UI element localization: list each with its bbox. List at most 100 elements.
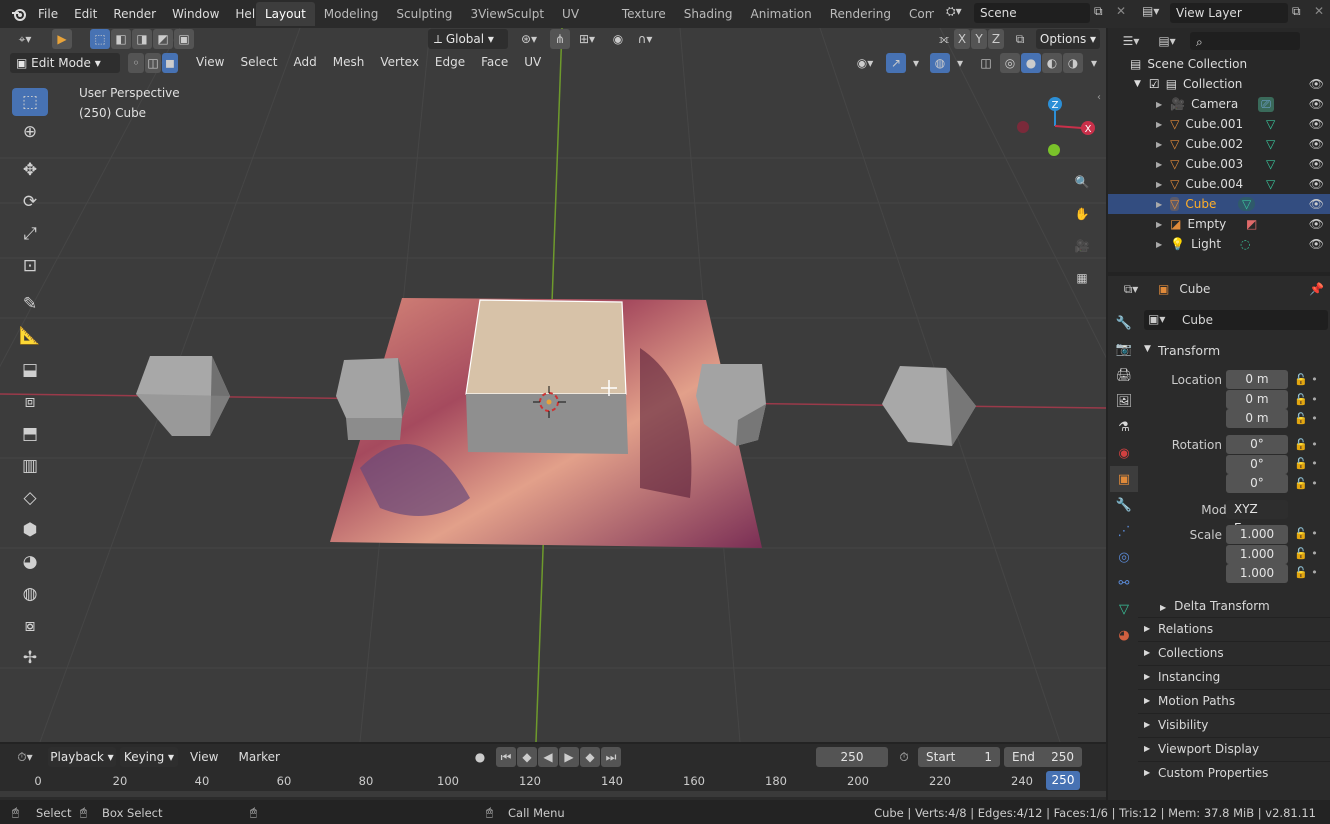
modifier-tab-icon[interactable]: 🔧 [1110,492,1138,518]
mesh-data-icon[interactable]: ▽ [1266,177,1275,191]
custom-properties-panel-header[interactable]: ▶ Custom Properties [1138,762,1330,786]
timeline-view-menu[interactable]: View [182,750,226,764]
auto-merge-icon[interactable]: ⧉ [1010,29,1030,49]
lock-icon[interactable]: 🔓 • [1294,370,1324,390]
menu-add[interactable]: Add [286,55,325,69]
vertex-select-icon[interactable]: ◦ [128,53,144,73]
light-data-icon[interactable]: ◌ [1240,237,1250,251]
mesh-data-icon[interactable]: ▽ [1266,117,1275,131]
render-tab-icon[interactable]: 📷 [1110,336,1138,362]
keying-dropdown[interactable]: Keying ▾ [120,747,178,767]
properties-editor-icon[interactable]: ⧉▾ [1116,279,1146,299]
expand-arrow-icon[interactable]: ▼ [1134,79,1141,89]
xray-icon[interactable]: ◫ [976,53,996,73]
play-icon[interactable]: ▶ [559,747,579,767]
menu-file[interactable]: File [30,0,66,28]
navigation-gizmo[interactable]: Z X [1006,90,1102,160]
visibility-icon[interactable]: ◉▾ [850,53,880,73]
outliner-item-light[interactable]: ▶ 💡 Light ◌ 👁 [1108,234,1330,254]
expand-arrow-icon[interactable]: ▶ [1156,120,1162,129]
loop-cut-tool-icon[interactable]: ▥ [12,450,48,482]
mirror-z-button[interactable]: Z [988,29,1004,49]
mirror-x-button[interactable]: X [954,29,970,49]
scene-tab-icon[interactable]: ⚗ [1110,414,1138,440]
close-scene-icon[interactable]: ✕ [1116,4,1126,18]
timeline-editor-icon[interactable]: ⏱▾ [10,747,40,767]
scale-y-field[interactable]: 1.000 [1226,545,1288,564]
expand-arrow-icon[interactable]: ▶ [1156,240,1162,249]
camera-data-icon[interactable]: ⎚ [1258,96,1274,112]
material-shading-icon[interactable]: ◐ [1042,53,1062,73]
poly-build-tool-icon[interactable]: ⬢ [12,514,48,546]
snap-icon[interactable]: ⋔ [550,29,570,49]
end-frame-field[interactable]: End 250 [1004,747,1082,767]
expand-arrow-icon[interactable]: ▶ [1156,160,1162,169]
overlay-dropdown-icon[interactable]: ▾ [950,53,970,73]
eye-icon[interactable]: 👁 [1309,237,1324,251]
eye-icon[interactable]: 👁 [1309,157,1324,171]
prev-keyframe-icon[interactable]: ◆ [517,747,537,767]
menu-vertex[interactable]: Vertex [372,55,427,69]
solid-shading-icon[interactable]: ● [1021,53,1041,73]
playhead[interactable]: 250 [1046,771,1080,790]
zoom-icon[interactable]: 🔍 [1068,168,1096,196]
sidebar-toggle-icon[interactable]: ‹ [1097,92,1101,103]
cube-left[interactable] [336,358,410,440]
snap-target-icon[interactable]: ⊞▾ [572,29,602,49]
timeline-marker-menu[interactable]: Marker [230,750,287,764]
proportional-edit-icon[interactable]: ◉ [608,29,628,49]
select-new-icon[interactable]: ⬚ [90,29,110,49]
menu-window[interactable]: Window [164,0,227,28]
menu-edge[interactable]: Edge [427,55,473,69]
cursor-tool-icon[interactable]: ⊕ [12,116,48,148]
mode-dropdown[interactable]: ▣ Edit Mode ▾ [10,53,120,73]
checkbox-icon[interactable]: ☑ [1149,77,1160,91]
outliner-item-cube-001[interactable]: ▶ ▽ Cube.001 ▽ 👁 [1108,114,1330,134]
view-layer-tab-icon[interactable]: 🖼 [1110,388,1138,414]
lock-icon[interactable]: 🔓 • [1294,563,1324,583]
select-tool-icon[interactable]: ▶ [52,29,72,49]
playback-dropdown[interactable]: Playback ▾ [48,747,116,767]
menu-view[interactable]: View [188,55,232,69]
expand-arrow-icon[interactable]: ▶ [1156,140,1162,149]
eye-icon[interactable]: 👁 [1309,97,1324,111]
timeline-scrollbar[interactable] [0,791,1106,797]
cube-far-left[interactable] [136,356,230,436]
pan-hand-icon[interactable]: ✋ [1068,200,1096,228]
select-extend-icon[interactable]: ◧ [111,29,131,49]
editor-type-icon[interactable]: ⌖▾ [10,29,40,49]
mirror-y-button[interactable]: Y [971,29,987,49]
lock-icon[interactable]: 🔓 • [1294,409,1324,429]
location-y-field[interactable]: 0 m [1226,390,1288,409]
tab-layout[interactable]: Layout [256,2,315,26]
expand-arrow-icon[interactable]: ▶ [1156,200,1162,209]
rotation-x-field[interactable]: 0° [1226,435,1288,454]
smooth-tool-icon[interactable]: ◍ [12,578,48,610]
tool-tab-icon[interactable]: 🔧 [1110,310,1138,336]
knife-tool-icon[interactable]: ◇ [12,482,48,514]
tab-modeling[interactable]: Modeling [315,2,388,26]
relations-panel-header[interactable]: ▶ Relations [1138,618,1330,642]
select-subtract-icon[interactable]: ◨ [132,29,152,49]
selected-face[interactable] [465,299,627,395]
menu-edit[interactable]: Edit [66,0,105,28]
outliner-item-cube[interactable]: ▶ ▽ Cube ▽ 👁 [1108,194,1330,214]
delta-transform-subpanel[interactable]: ▶ Delta Transform [1160,599,1270,613]
spin-tool-icon[interactable]: ◕ [12,546,48,578]
lock-icon[interactable]: 🔓 • [1294,454,1324,474]
menu-select[interactable]: Select [232,55,285,69]
image-data-icon[interactable]: ◩ [1246,217,1257,231]
start-frame-field[interactable]: Start 1 [918,747,1000,767]
tab-shading[interactable]: Shading [675,2,742,26]
particles-tab-icon[interactable]: ⋰ [1110,518,1138,544]
viewport-display-panel-header[interactable]: ▶ Viewport Display [1138,738,1330,762]
rotation-z-field[interactable]: 0° [1226,474,1288,493]
eye-icon[interactable]: 👁 [1309,117,1324,131]
object-tab-icon[interactable]: ▣ [1110,466,1138,492]
extrude-tool-icon[interactable]: ⬓ [12,354,48,386]
bevel-tool-icon[interactable]: ⬒ [12,418,48,450]
outliner-item-empty[interactable]: ▶ ◪ Empty ◩ 👁 [1108,214,1330,234]
outliner-item-camera[interactable]: ▶ 🎥 Camera ⎚ 👁 [1108,94,1330,114]
lock-icon[interactable]: 🔓 • [1294,524,1324,544]
measure-tool-icon[interactable]: 📐 [12,320,48,352]
